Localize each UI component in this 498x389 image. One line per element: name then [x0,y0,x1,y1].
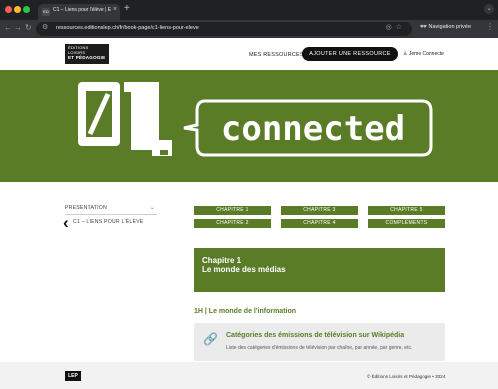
chapter-1-button[interactable]: CHAPITRE 1 [194,206,271,215]
maximize-window-button[interactable] [23,6,30,13]
digit-zero-graphic [78,82,120,146]
chapter-number: Chapitre 1 [202,256,242,265]
add-resource-button[interactable]: AJOUTER UNE RESSOURCE [302,47,398,61]
section-title: 1H | Le monde de l'information [194,308,297,315]
resource-card[interactable]: 🔗 Catégories des émissions de télévision… [194,323,445,361]
footer-copyright: © Éditions Loisirs et Pédagogie • 2024 [367,374,446,379]
link-icon: 🔗 [203,332,218,346]
user-icon: ♙ [403,51,408,57]
hero-banner: connected [0,70,498,182]
site-info-icon[interactable]: ⚙ [42,23,48,31]
address-bar[interactable]: ⚙ ressources.editionslep.ch/fr/book-page… [36,22,412,36]
reload-icon[interactable]: ↻ [25,23,32,32]
close-window-button[interactable] [5,6,12,13]
main-content: PRESENTATION ⌄ ‹ C1 – LIENS POUR L'ÉLÈVE… [0,182,498,362]
chapter-5-button[interactable]: CHAPITRE 5 [368,206,445,215]
login-label: Jeme Connecte [408,51,444,57]
new-tab-button[interactable]: + [124,3,130,14]
site-footer: LEP © Éditions Loisirs et Pédagogie • 20… [0,362,498,389]
tab-search-icon[interactable]: ⌄ [484,4,494,14]
back-chevron-icon[interactable]: ‹ [63,214,69,231]
browser-tab-active[interactable]: ED C1 – Liens pour l'élève | ED × [38,4,120,20]
incognito-label: Navigation privée [428,24,472,30]
resource-description: Liste des catégories d'émissions de télé… [226,345,413,351]
site-header: ÉDITIONS LOISIRS ET PÉDAGOGIE MES RESSOU… [0,38,498,70]
sidebar-item-presentation[interactable]: PRESENTATION ⌄ [65,201,157,215]
chapter-4-button[interactable]: CHAPITRE 4 [281,219,358,228]
complements-button[interactable]: COMPLÉMENTS [368,219,445,228]
chapter-3-button[interactable]: CHAPITRE 3 [281,206,358,215]
hero-word: connected [221,109,405,149]
chevron-down-icon[interactable]: ⌄ [150,201,155,215]
sidebar-item-label: C1 – LIENS POUR L'ÉLÈVE [73,219,144,225]
browser-tab-bar: ED C1 – Liens pour l'élève | ED × + ⌄ [0,0,498,20]
browser-menu-icon[interactable]: ⋮ [486,22,494,31]
tab-close-icon[interactable]: × [113,6,117,13]
digit-one-graphic [124,82,172,156]
incognito-indicator[interactable]: 🕶 Navigation privée [420,24,471,30]
sidebar-nav: PRESENTATION ⌄ ‹ C1 – LIENS POUR L'ÉLÈVE [63,201,157,231]
sidebar-item-c1-links[interactable]: ‹ C1 – LIENS POUR L'ÉLÈVE [63,214,157,231]
publisher-logo[interactable]: ÉDITIONS LOISIRS ET PÉDAGOGIE [65,44,109,64]
browser-toolbar: ← → ↻ ⚙ ressources.editionslep.ch/fr/boo… [0,20,498,38]
book-cover-art: connected [78,82,433,157]
tab-title: C1 – Liens pour l'élève | ED [53,7,111,13]
sidebar-item-label: PRESENTATION [65,205,107,211]
login-link[interactable]: ♙ Jeme Connecte [403,51,444,57]
chapter-heading-box: Chapitre 1 Le monde des médias [194,248,445,292]
footer-logo[interactable]: LEP [65,371,81,381]
resource-title-link[interactable]: Catégories des émissions de télévision s… [226,332,404,339]
minimize-window-button[interactable] [14,6,21,13]
chapter-2-button[interactable]: CHAPITRE 2 [194,219,271,228]
back-arrow-icon[interactable]: ← [4,23,12,32]
forward-arrow-icon[interactable]: → [14,23,22,32]
tab-favicon-icon: ED [42,8,50,16]
chapter-title: Le monde des médias [202,265,286,274]
url-text[interactable]: ressources.editionslep.ch/fr/book-page/c… [56,25,199,31]
incognito-icon: 🕶 [420,24,429,30]
logo-line-3: ET PÉDAGOGIE [68,55,106,60]
bookmark-star-icon[interactable]: ◎☆ [386,23,406,31]
my-resources-link[interactable]: MES RESSOURCES [249,52,304,58]
